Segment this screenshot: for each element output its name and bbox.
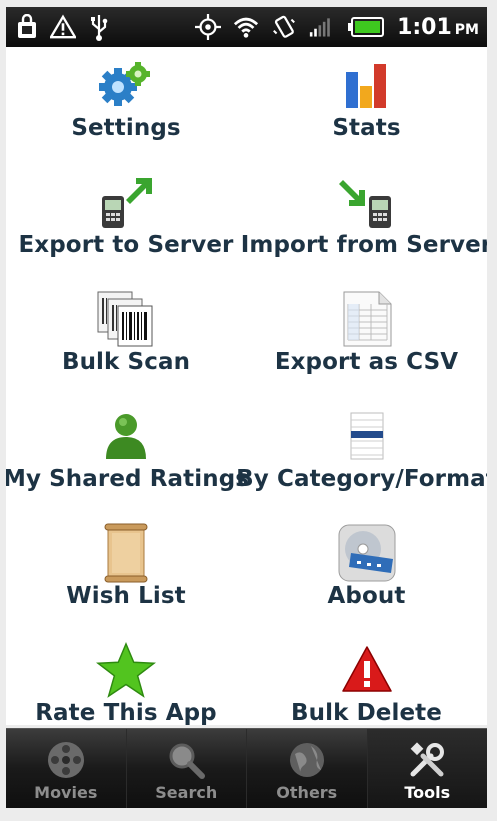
menu-item-bulk-delete[interactable]: Bulk Delete xyxy=(246,644,487,725)
tab-movies[interactable]: Movies xyxy=(6,729,127,808)
tab-tools[interactable]: Tools xyxy=(367,729,487,808)
menu-item-export-as-csv[interactable]: Export as CSV xyxy=(246,291,487,410)
disc-icon xyxy=(337,524,397,582)
bottom-tab-bar: Movies Search Others Tools xyxy=(6,728,487,808)
vibrate-icon xyxy=(271,14,297,40)
clock: 1:01 PM xyxy=(397,14,479,40)
menu-item-label: Rate This App xyxy=(35,700,217,725)
bag-icon xyxy=(14,14,40,40)
menu-item-label: Bulk Delete xyxy=(291,700,442,725)
menu-item-by-category-format[interactable]: By Category/Format xyxy=(236,410,487,527)
status-bar: 1:01 PM xyxy=(6,7,487,47)
tab-label: Search xyxy=(155,783,218,802)
gears-icon xyxy=(96,59,156,111)
barcode-stack-icon xyxy=(96,291,156,347)
tab-label: Movies xyxy=(34,783,98,802)
menu-item-my-shared-ratings[interactable]: My Shared Ratings xyxy=(6,410,250,527)
tab-label: Others xyxy=(276,783,338,802)
user-icon xyxy=(96,410,156,462)
menu-item-label: Stats xyxy=(332,115,401,141)
tab-label: Tools xyxy=(404,783,451,802)
menu-item-export-to-server[interactable]: Export to Server xyxy=(6,176,246,293)
warning-icon xyxy=(50,14,76,40)
menu-item-bulk-scan[interactable]: Bulk Scan xyxy=(6,291,246,410)
menu-item-label: My Shared Ratings xyxy=(6,466,250,492)
usb-icon xyxy=(86,14,112,41)
battery-icon xyxy=(347,14,385,40)
menu-item-import-from-server[interactable]: Import from Server xyxy=(241,176,487,293)
tab-search[interactable]: Search xyxy=(127,729,247,808)
tools-menu: Settings Stats Export to Server Import f… xyxy=(6,47,487,725)
menu-item-rate-this-app[interactable]: Rate This App xyxy=(6,642,246,725)
menu-item-stats[interactable]: Stats xyxy=(246,59,487,176)
menu-item-label: Wish List xyxy=(66,583,186,609)
list-icon xyxy=(337,410,397,462)
menu-item-settings[interactable]: Settings xyxy=(6,59,246,176)
menu-item-label: Import from Server xyxy=(240,232,487,258)
menu-item-label: Export to Server xyxy=(18,232,234,258)
alert-icon xyxy=(337,644,397,696)
menu-item-label: Export as CSV xyxy=(274,349,459,375)
tab-others[interactable]: Others xyxy=(247,729,368,808)
menu-item-wish-list[interactable]: Wish List xyxy=(6,523,246,644)
phone-export-icon xyxy=(96,176,156,228)
tools-icon xyxy=(405,739,449,781)
spreadsheet-icon xyxy=(337,291,397,347)
film-reel-icon xyxy=(44,739,88,781)
gps-icon xyxy=(195,14,222,40)
menu-item-label: About xyxy=(327,583,406,609)
phone-import-icon xyxy=(337,176,397,228)
menu-item-about[interactable]: About xyxy=(246,524,487,644)
menu-item-label: Bulk Scan xyxy=(61,349,191,375)
menu-item-label: By Category/Format xyxy=(236,466,487,492)
wifi-icon xyxy=(233,14,259,40)
menu-item-label: Settings xyxy=(71,115,181,141)
globe-icon xyxy=(285,739,329,781)
star-icon xyxy=(96,642,156,698)
signal-icon xyxy=(309,14,335,40)
magnifier-icon xyxy=(164,739,208,781)
scroll-icon xyxy=(96,523,156,583)
bar-chart-icon xyxy=(337,59,397,111)
